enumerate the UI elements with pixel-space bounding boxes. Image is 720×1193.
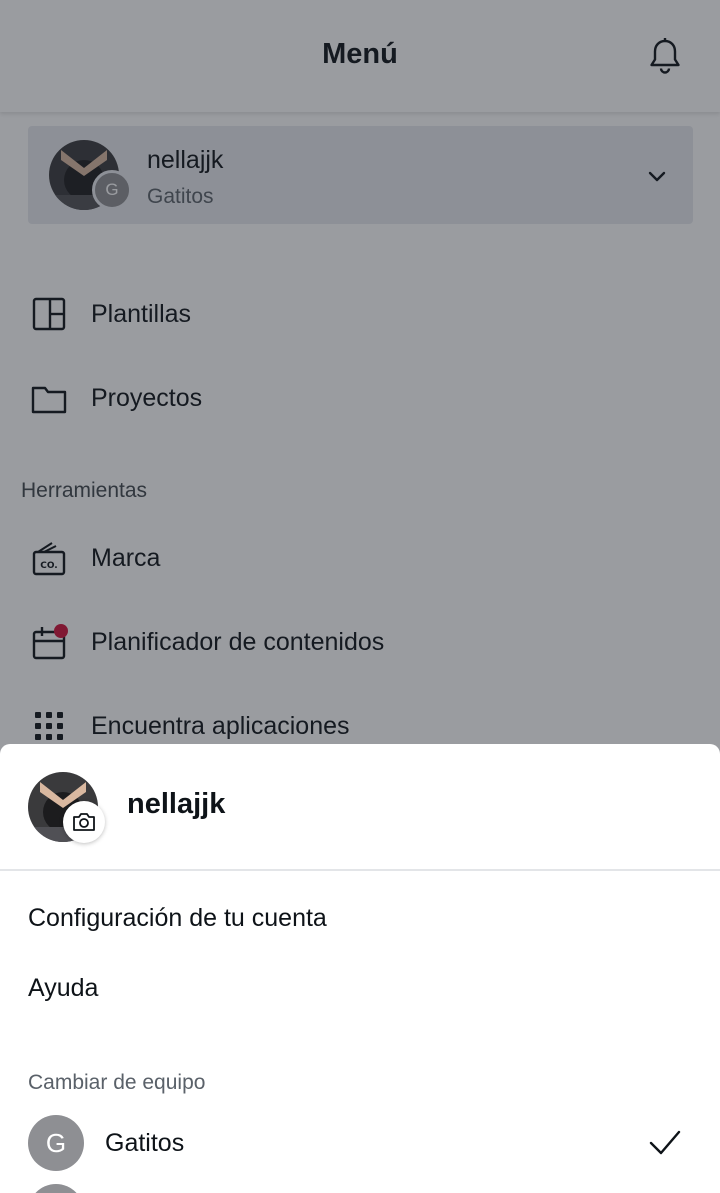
account-settings-item[interactable]: Configuración de tu cuenta	[0, 892, 720, 948]
checkmark-icon	[649, 1130, 681, 1155]
sheet-header: nellajjk	[0, 744, 720, 871]
change-photo-button[interactable]	[63, 801, 105, 843]
switch-team-title: Cambiar de equipo	[28, 1071, 206, 1094]
team-item-gatitos[interactable]: G Gatitos	[0, 1114, 720, 1174]
help-label: Ayuda	[28, 974, 99, 1002]
account-settings-label: Configuración de tu cuenta	[28, 904, 327, 932]
help-item[interactable]: Ayuda	[0, 962, 720, 1018]
team-name: Gatitos	[105, 1129, 185, 1157]
camera-icon	[73, 813, 95, 831]
sheet-user-name: nellajjk	[127, 788, 226, 820]
team-avatar: G	[28, 1115, 84, 1171]
account-bottom-sheet: nellajjk Configuración de tu cuenta Ayud…	[0, 744, 720, 1193]
team-avatar[interactable]	[28, 1184, 84, 1193]
